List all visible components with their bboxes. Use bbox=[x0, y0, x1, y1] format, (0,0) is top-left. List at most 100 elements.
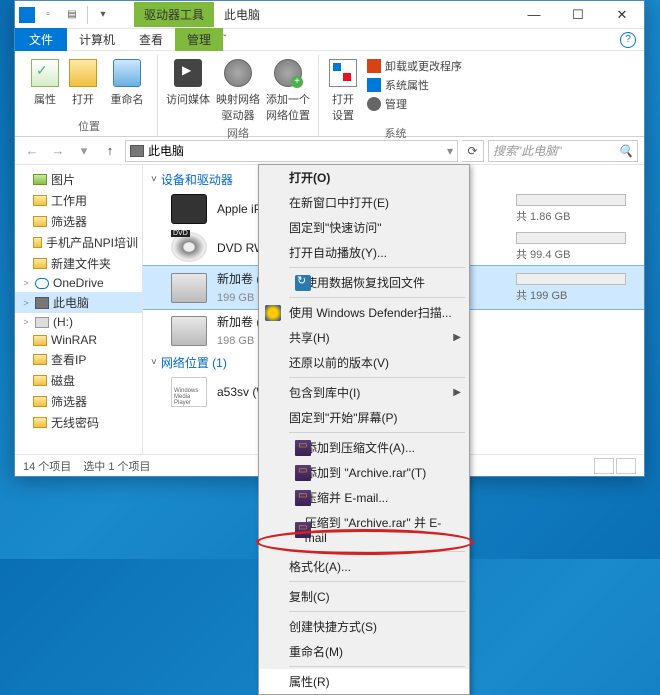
contextual-tab-drive-tools[interactable]: 驱动器工具 bbox=[134, 2, 214, 27]
ribbon-properties-button[interactable]: 属性 bbox=[27, 55, 63, 116]
ribbon-system-properties-button[interactable]: 系统属性 bbox=[363, 76, 466, 94]
title-bar: ▫ ▤ ▾ 驱动器工具 此电脑 — ☐ ✕ bbox=[15, 1, 644, 29]
qat-dropdown-icon[interactable]: ▾ bbox=[92, 5, 114, 25]
tree-item[interactable]: WinRAR bbox=[15, 331, 142, 349]
submenu-arrow-icon: ▶ bbox=[453, 387, 461, 398]
menu-item[interactable]: 在新窗口中打开(E) bbox=[259, 190, 469, 215]
menu-separator bbox=[289, 581, 465, 582]
menu-item[interactable]: 固定到"开始"屏幕(P) bbox=[259, 405, 469, 430]
ribbon-collapse-icon[interactable]: ˇ bbox=[223, 34, 226, 45]
menu-item[interactable]: 打开(O) bbox=[259, 165, 469, 190]
menu-item[interactable]: 使用数据恢复找回文件 bbox=[259, 270, 469, 295]
search-input[interactable]: 搜索"此电脑" 🔍 bbox=[488, 140, 638, 162]
maximize-button[interactable]: ☐ bbox=[556, 1, 600, 29]
breadcrumb[interactable]: 此电脑 bbox=[148, 142, 184, 159]
ribbon-map-drive-button[interactable]: 映射网络 驱动器 bbox=[214, 55, 262, 123]
ribbon-rename-button[interactable]: 重命名 bbox=[103, 55, 151, 116]
menu-item[interactable]: 重命名(M) bbox=[259, 639, 469, 664]
expander-icon[interactable]: > bbox=[21, 298, 31, 308]
qat-props-icon[interactable]: ▤ bbox=[61, 5, 83, 25]
tab-file[interactable]: 文件 bbox=[15, 28, 67, 51]
tab-view[interactable]: 查看 bbox=[127, 28, 175, 51]
view-tiles-button[interactable] bbox=[616, 458, 636, 474]
rar-icon bbox=[295, 465, 311, 481]
ribbon-manage-button[interactable]: 管理 bbox=[363, 95, 466, 113]
menu-item[interactable]: 添加到压缩文件(A)... bbox=[259, 435, 469, 460]
address-bar[interactable]: 此电脑 ▾ bbox=[125, 140, 458, 162]
tree-item[interactable]: >OneDrive bbox=[15, 274, 142, 292]
nav-tree[interactable]: 图片工作用筛选器手机产品NPI培训新建文件夹>OneDrive>此电脑>(H:)… bbox=[15, 165, 143, 454]
tree-item[interactable]: 工作用 bbox=[15, 190, 142, 211]
tree-item[interactable]: 无线密码 bbox=[15, 412, 142, 433]
menu-item-label: 添加到 "Archive.rar"(T) bbox=[305, 464, 426, 481]
nav-back-button[interactable]: ← bbox=[21, 140, 43, 162]
menu-item[interactable]: 属性(R) bbox=[259, 669, 469, 694]
address-dropdown-icon[interactable]: ▾ bbox=[447, 144, 453, 158]
menu-item-label: 打开自动播放(Y)... bbox=[289, 244, 387, 261]
ribbon-open-settings-button[interactable]: 打开 设置 bbox=[325, 55, 361, 123]
tree-item[interactable]: > (H:) bbox=[15, 313, 142, 331]
ribbon-access-media-button[interactable]: 访问媒体 bbox=[164, 55, 212, 123]
menu-item-label: 还原以前的版本(V) bbox=[289, 354, 389, 371]
menu-item[interactable]: 打开自动播放(Y)... bbox=[259, 240, 469, 265]
folder-icon bbox=[33, 237, 42, 248]
menu-item[interactable]: 创建快捷方式(S) bbox=[259, 614, 469, 639]
menu-item[interactable]: 共享(H)▶ bbox=[259, 325, 469, 350]
qat-save-icon[interactable]: ▫ bbox=[37, 5, 59, 25]
tree-item-label: (H:) bbox=[53, 315, 73, 329]
menu-separator bbox=[289, 551, 465, 552]
ribbon-open-button[interactable]: 打开 bbox=[65, 55, 101, 116]
menu-item[interactable]: 使用 Windows Defender扫描... bbox=[259, 300, 469, 325]
tree-item[interactable]: 手机产品NPI培训 bbox=[15, 232, 142, 253]
menu-item[interactable]: 格式化(A)... bbox=[259, 554, 469, 579]
tree-item-label: 图片 bbox=[51, 171, 75, 188]
tree-item[interactable]: 图片 bbox=[15, 169, 142, 190]
ribbon-uninstall-button[interactable]: 卸载或更改程序 bbox=[363, 57, 466, 75]
menu-item[interactable]: 压缩到 "Archive.rar" 并 E-mail bbox=[259, 510, 469, 549]
menu-item-label: 重命名(M) bbox=[289, 643, 343, 660]
tree-item-label: 筛选器 bbox=[51, 213, 87, 230]
menu-item[interactable]: 添加到 "Archive.rar"(T) bbox=[259, 460, 469, 485]
menu-separator bbox=[289, 297, 465, 298]
tab-manage[interactable]: 管理 bbox=[175, 28, 223, 51]
menu-item[interactable]: 复制(C) bbox=[259, 584, 469, 609]
tree-item[interactable]: 筛选器 bbox=[15, 391, 142, 412]
expander-icon[interactable]: > bbox=[21, 317, 31, 327]
pc-icon bbox=[130, 145, 144, 157]
menu-item[interactable]: 还原以前的版本(V) bbox=[259, 350, 469, 375]
tree-item-label: 此电脑 bbox=[53, 294, 89, 311]
chevron-down-icon: ˅ bbox=[151, 357, 157, 368]
status-selected-count: 选中 1 个项目 bbox=[83, 458, 150, 474]
folder-icon bbox=[33, 417, 47, 428]
tree-item-label: 手机产品NPI培训 bbox=[46, 234, 138, 251]
submenu-arrow-icon: ▶ bbox=[453, 332, 461, 343]
tree-item[interactable]: 筛选器 bbox=[15, 211, 142, 232]
rar-icon bbox=[295, 440, 311, 456]
tree-item[interactable]: 查看IP bbox=[15, 349, 142, 370]
ribbon-add-network-button[interactable]: 添加一个 网络位置 bbox=[264, 55, 312, 123]
expander-icon[interactable]: > bbox=[21, 278, 31, 288]
tree-item[interactable]: 新建文件夹 bbox=[15, 253, 142, 274]
nav-forward-button[interactable]: → bbox=[47, 140, 69, 162]
tree-item-label: 查看IP bbox=[51, 351, 86, 368]
folder-icon bbox=[33, 354, 47, 365]
shield-icon bbox=[265, 305, 281, 321]
menu-item[interactable]: 包含到库中(I)▶ bbox=[259, 380, 469, 405]
nav-history-dropdown[interactable]: ▾ bbox=[73, 140, 95, 162]
help-icon[interactable]: ? bbox=[620, 32, 636, 48]
tree-item[interactable]: > 此电脑 bbox=[15, 292, 142, 313]
tree-item-label: 工作用 bbox=[51, 192, 87, 209]
menu-item[interactable]: 固定到"快速访问" bbox=[259, 215, 469, 240]
view-details-button[interactable] bbox=[594, 458, 614, 474]
rar-icon bbox=[295, 522, 311, 538]
tab-computer[interactable]: 计算机 bbox=[67, 28, 127, 51]
menu-item[interactable]: 压缩并 E-mail... bbox=[259, 485, 469, 510]
context-menu[interactable]: 打开(O)在新窗口中打开(E)固定到"快速访问" 打开自动播放(Y)... 使用数据… bbox=[258, 164, 470, 695]
refresh-button[interactable]: ⟳ bbox=[462, 140, 484, 162]
tree-item-label: WinRAR bbox=[51, 333, 97, 347]
nav-up-button[interactable]: ↑ bbox=[99, 140, 121, 162]
minimize-button[interactable]: — bbox=[512, 1, 556, 29]
menu-separator bbox=[289, 611, 465, 612]
tree-item[interactable]: 磁盘 bbox=[15, 370, 142, 391]
close-button[interactable]: ✕ bbox=[600, 1, 644, 29]
